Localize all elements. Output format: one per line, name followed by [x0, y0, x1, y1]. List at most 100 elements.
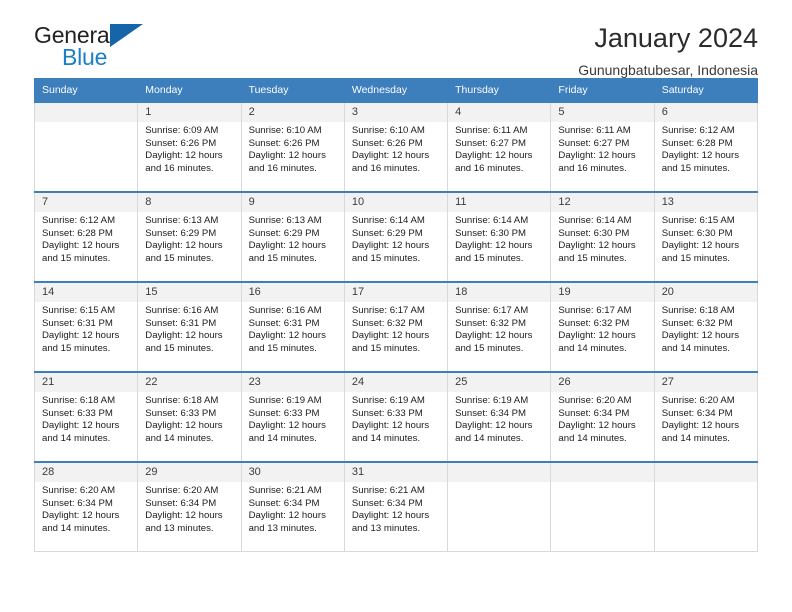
- calendar-cell-empty: [550, 461, 655, 552]
- calendar-week-row: 14 Sunrise: 6:15 AM Sunset: 6:31 PM Dayligh…: [33, 281, 759, 373]
- sunset-text: Sunset: 6:33 PM: [248, 407, 320, 419]
- sunrise-text: Sunrise: 6:16 AM: [145, 305, 219, 316]
- general-blue-logo[interactable]: General Blue: [34, 22, 146, 72]
- sunrise-text: Sunrise: 6:11 AM: [558, 125, 631, 136]
- calendar-day-cell[interactable]: 16 Sunrise: 6:16 AM Sunset: 6:31 PM Dayligh…: [240, 281, 345, 373]
- daylight-text: Daylight: 12 hours and 14 minutes.: [455, 420, 533, 444]
- day-details: Sunrise: 6:18 AM Sunset: 6:33 PM Daylight:…: [35, 392, 137, 445]
- day-details: Sunrise: 6:11 AM Sunset: 6:27 PM Daylight:…: [448, 122, 550, 175]
- calendar-day-cell[interactable]: 22 Sunrise: 6:18 AM Sunset: 6:33 PM Dayligh…: [137, 371, 242, 463]
- calendar-day-cell[interactable]: 19 Sunrise: 6:17 AM Sunset: 6:32 PM Dayligh…: [550, 281, 655, 373]
- day-details: Sunrise: 6:12 AM Sunset: 6:28 PM Daylight:…: [655, 122, 757, 175]
- day-details: Sunrise: 6:17 AM Sunset: 6:32 PM Daylight:…: [551, 302, 653, 355]
- calendar-day-cell[interactable]: 18 Sunrise: 6:17 AM Sunset: 6:32 PM Dayligh…: [447, 281, 552, 373]
- calendar-page: General Blue January 2024 Gunungbatubesa…: [0, 0, 792, 612]
- sunset-text: Sunset: 6:29 PM: [248, 227, 320, 239]
- calendar-day-cell[interactable]: 1 Sunrise: 6:09 AM Sunset: 6:26 PM Daylight…: [137, 101, 242, 193]
- day-number: 2: [241, 103, 344, 122]
- daylight-text: Daylight: 12 hours and 14 minutes.: [248, 420, 326, 444]
- calendar-day-cell[interactable]: 11 Sunrise: 6:14 AM Sunset: 6:30 PM Dayligh…: [447, 191, 552, 283]
- sunrise-text: Sunrise: 6:18 AM: [145, 395, 219, 406]
- daylight-text: Daylight: 12 hours and 16 minutes.: [248, 150, 326, 174]
- calendar-day-cell[interactable]: 7 Sunrise: 6:12 AM Sunset: 6:28 PM Daylight…: [33, 191, 139, 283]
- day-details: [448, 482, 550, 485]
- day-number: 4: [448, 103, 551, 122]
- sunrise-text: Sunrise: 6:19 AM: [455, 395, 529, 406]
- calendar-day-cell[interactable]: 9 Sunrise: 6:13 AM Sunset: 6:29 PM Daylight…: [240, 191, 345, 283]
- calendar-day-cell[interactable]: 25 Sunrise: 6:19 AM Sunset: 6:34 PM Dayligh…: [447, 371, 552, 463]
- sunrise-text: Sunrise: 6:17 AM: [351, 305, 425, 316]
- sunrise-text: Sunrise: 6:14 AM: [558, 215, 632, 226]
- daylight-text: Daylight: 12 hours and 15 minutes.: [42, 330, 120, 354]
- daylight-text: Daylight: 12 hours and 15 minutes.: [351, 240, 430, 264]
- sunset-text: Sunset: 6:34 PM: [661, 407, 733, 419]
- sunset-text: Sunset: 6:34 PM: [145, 497, 217, 509]
- calendar-day-cell[interactable]: 15 Sunrise: 6:16 AM Sunset: 6:31 PM Dayligh…: [137, 281, 242, 373]
- sunset-text: Sunset: 6:30 PM: [558, 227, 630, 239]
- sunrise-text: Sunrise: 6:20 AM: [558, 395, 632, 406]
- day-number: 25: [448, 373, 551, 392]
- calendar-day-cell[interactable]: 29 Sunrise: 6:20 AM Sunset: 6:34 PM Dayligh…: [137, 461, 242, 552]
- calendar-cell-empty: [653, 461, 759, 552]
- daylight-text: Daylight: 12 hours and 15 minutes.: [661, 240, 740, 264]
- calendar-day-cell[interactable]: 30 Sunrise: 6:21 AM Sunset: 6:34 PM Dayligh…: [240, 461, 345, 552]
- sunrise-text: Sunrise: 6:14 AM: [351, 215, 425, 226]
- weekday-header-tuesday: Tuesday: [240, 78, 345, 103]
- calendar-day-cell[interactable]: 23 Sunrise: 6:19 AM Sunset: 6:33 PM Dayligh…: [240, 371, 345, 463]
- day-number: 1: [138, 103, 241, 122]
- calendar-day-cell[interactable]: 28 Sunrise: 6:20 AM Sunset: 6:34 PM Dayligh…: [33, 461, 139, 552]
- calendar-day-cell[interactable]: 26 Sunrise: 6:20 AM Sunset: 6:34 PM Dayligh…: [550, 371, 655, 463]
- sunset-text: Sunset: 6:32 PM: [558, 317, 630, 329]
- sunset-text: Sunset: 6:27 PM: [558, 137, 630, 149]
- day-number: 14: [35, 283, 138, 302]
- sunrise-text: Sunrise: 6:10 AM: [351, 125, 425, 136]
- calendar-day-cell[interactable]: 27 Sunrise: 6:20 AM Sunset: 6:34 PM Dayligh…: [653, 371, 759, 463]
- page-title: January 2024: [594, 23, 758, 53]
- daylight-text: Daylight: 12 hours and 15 minutes.: [661, 150, 740, 174]
- calendar-day-cell[interactable]: 3 Sunrise: 6:10 AM Sunset: 6:26 PM Daylight…: [343, 101, 449, 193]
- weekday-header-wednesday: Wednesday: [343, 78, 449, 103]
- calendar-day-cell[interactable]: 10 Sunrise: 6:14 AM Sunset: 6:29 PM Dayligh…: [343, 191, 449, 283]
- day-number: 12: [551, 193, 654, 212]
- sunset-text: Sunset: 6:29 PM: [351, 227, 423, 239]
- sunrise-text: Sunrise: 6:19 AM: [351, 395, 425, 406]
- calendar-day-cell[interactable]: 14 Sunrise: 6:15 AM Sunset: 6:31 PM Dayligh…: [33, 281, 139, 373]
- calendar-day-cell[interactable]: 5 Sunrise: 6:11 AM Sunset: 6:27 PM Daylight…: [550, 101, 655, 193]
- day-number: 30: [241, 463, 344, 482]
- calendar-day-cell[interactable]: 13 Sunrise: 6:15 AM Sunset: 6:30 PM Dayligh…: [653, 191, 759, 283]
- daylight-text: Daylight: 12 hours and 14 minutes.: [42, 510, 120, 534]
- day-details: Sunrise: 6:20 AM Sunset: 6:34 PM Daylight:…: [35, 482, 137, 535]
- day-number: 23: [241, 373, 344, 392]
- sunset-text: Sunset: 6:34 PM: [351, 497, 423, 509]
- calendar-day-cell[interactable]: 24 Sunrise: 6:19 AM Sunset: 6:33 PM Dayligh…: [343, 371, 449, 463]
- sunrise-text: Sunrise: 6:13 AM: [145, 215, 219, 226]
- calendar-day-cell[interactable]: 12 Sunrise: 6:14 AM Sunset: 6:30 PM Dayligh…: [550, 191, 655, 283]
- calendar-cell-empty: [447, 461, 552, 552]
- sunrise-text: Sunrise: 6:14 AM: [455, 215, 529, 226]
- day-details: Sunrise: 6:19 AM Sunset: 6:33 PM Daylight:…: [242, 392, 344, 445]
- day-number: 21: [35, 373, 138, 392]
- calendar-day-cell[interactable]: 21 Sunrise: 6:18 AM Sunset: 6:33 PM Dayligh…: [33, 371, 139, 463]
- calendar-day-cell[interactable]: 2 Sunrise: 6:10 AM Sunset: 6:26 PM Daylight…: [240, 101, 345, 193]
- calendar-day-cell[interactable]: 17 Sunrise: 6:17 AM Sunset: 6:32 PM Dayligh…: [343, 281, 449, 373]
- calendar-day-cell[interactable]: 6 Sunrise: 6:12 AM Sunset: 6:28 PM Daylight…: [653, 101, 759, 193]
- sunrise-text: Sunrise: 6:19 AM: [248, 395, 322, 406]
- day-details: [655, 482, 757, 485]
- day-details: Sunrise: 6:10 AM Sunset: 6:26 PM Daylight:…: [345, 122, 447, 175]
- daylight-text: Daylight: 12 hours and 15 minutes.: [42, 240, 120, 264]
- day-number: 28: [35, 463, 138, 482]
- calendar-day-cell[interactable]: 20 Sunrise: 6:18 AM Sunset: 6:32 PM Dayligh…: [653, 281, 759, 373]
- day-number: 16: [241, 283, 344, 302]
- sunrise-text: Sunrise: 6:13 AM: [248, 215, 322, 226]
- daylight-text: Daylight: 12 hours and 14 minutes.: [42, 420, 120, 444]
- sunset-text: Sunset: 6:33 PM: [42, 407, 113, 419]
- daylight-text: Daylight: 12 hours and 15 minutes.: [351, 330, 430, 354]
- day-details: Sunrise: 6:20 AM Sunset: 6:34 PM Daylight:…: [138, 482, 240, 535]
- calendar-day-cell[interactable]: 8 Sunrise: 6:13 AM Sunset: 6:29 PM Daylight…: [137, 191, 242, 283]
- calendar-day-cell[interactable]: 4 Sunrise: 6:11 AM Sunset: 6:27 PM Daylight…: [447, 101, 552, 193]
- calendar-day-cell[interactable]: 31 Sunrise: 6:21 AM Sunset: 6:34 PM Dayligh…: [343, 461, 449, 552]
- day-details: Sunrise: 6:10 AM Sunset: 6:26 PM Daylight:…: [242, 122, 344, 175]
- day-details: Sunrise: 6:13 AM Sunset: 6:29 PM Daylight:…: [138, 212, 240, 265]
- day-details: Sunrise: 6:13 AM Sunset: 6:29 PM Daylight:…: [242, 212, 344, 265]
- day-details: Sunrise: 6:20 AM Sunset: 6:34 PM Daylight:…: [551, 392, 653, 445]
